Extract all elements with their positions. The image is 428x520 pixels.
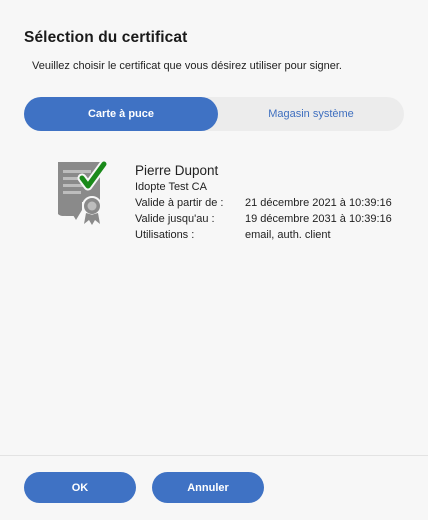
certificate-row-valid-from: Valide à partir de : 21 décembre 2021 à 1… bbox=[135, 197, 392, 209]
tab-system-store[interactable]: Magasin système bbox=[218, 97, 404, 131]
certificate-icon bbox=[52, 158, 114, 228]
row-value: email, auth. client bbox=[245, 229, 331, 241]
certificate-name: Pierre Dupont bbox=[135, 163, 219, 178]
row-value: 21 décembre 2021 à 10:39:16 bbox=[245, 197, 392, 209]
certificate-issuer: Idopte Test CA bbox=[135, 181, 207, 193]
tab-smart-card[interactable]: Carte à puce bbox=[24, 97, 218, 131]
cancel-button[interactable]: Annuler bbox=[152, 472, 264, 503]
row-label: Valide à partir de : bbox=[135, 197, 224, 209]
certificate-row-valid-until: Valide jusqu'au : 19 décembre 2031 à 10:3… bbox=[135, 213, 392, 225]
row-label: Utilisations : bbox=[135, 229, 195, 241]
row-label: Valide jusqu'au : bbox=[135, 213, 215, 225]
row-value: 19 décembre 2031 à 10:39:16 bbox=[245, 213, 392, 225]
certificate-item[interactable]: Pierre Dupont Idopte Test CA Valide à pa… bbox=[52, 158, 412, 248]
footer-divider bbox=[0, 455, 428, 456]
certificate-row-usages: Utilisations : email, auth. client bbox=[135, 229, 331, 241]
dialog-subtitle: Veuillez choisir le certificat que vous … bbox=[32, 60, 342, 72]
dialog-title: Sélection du certificat bbox=[24, 29, 188, 46]
tab-bar: Carte à puce Magasin système bbox=[24, 97, 404, 131]
ok-button[interactable]: OK bbox=[24, 472, 136, 503]
